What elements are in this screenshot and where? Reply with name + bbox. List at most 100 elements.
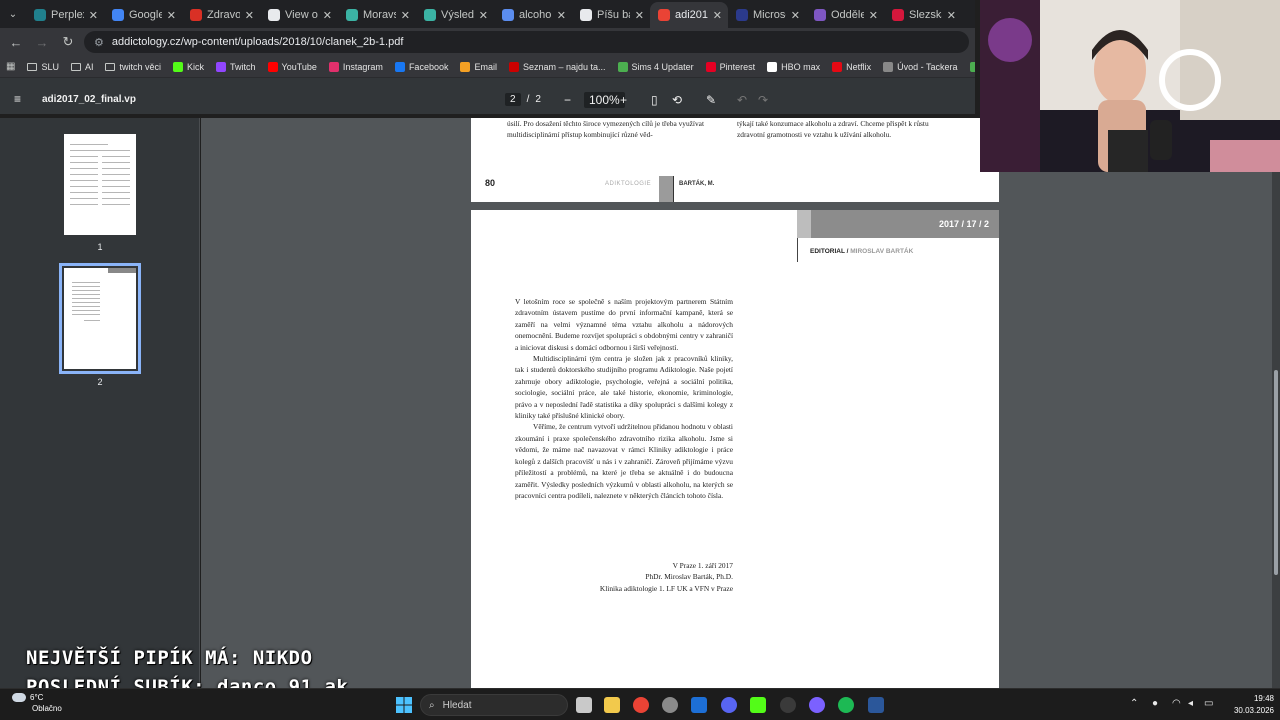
bookmark-item[interactable]: twitch věci — [105, 62, 161, 72]
browser-tab[interactable]: alcoholism ✕ — [494, 2, 572, 28]
vertical-scrollbar[interactable] — [1272, 118, 1280, 688]
bookmark-favicon-icon — [832, 61, 843, 72]
battery-icon[interactable]: ▭ — [1204, 698, 1213, 709]
taskbar-search[interactable]: ⌕ Hledat — [420, 694, 568, 716]
bookmark-item[interactable]: TP-Link TL-P... — [969, 61, 975, 72]
page-number-input[interactable]: 2 — [505, 93, 521, 106]
search-icon: ⌕ — [429, 699, 435, 711]
browser-tab[interactable]: View of A ✕ — [260, 2, 338, 28]
signature-place-date: V Praze 1. září 2017 — [672, 561, 733, 570]
thumbnail-label-1: 1 — [97, 242, 103, 252]
file-explorer-icon[interactable] — [604, 697, 620, 713]
tab-close-icon[interactable]: ✕ — [713, 9, 722, 22]
zoom-in-icon[interactable]: + — [620, 93, 627, 107]
bookmarks-bar: ▦ SLU AI twitch věci Kick Twitch YouTube Insta… — [0, 56, 975, 78]
signature-block: V Praze 1. září 2017 PhDr. Miroslav Bart… — [515, 560, 733, 594]
thumbnail-page-2[interactable] — [59, 263, 141, 374]
menu-icon[interactable]: ≡ — [14, 93, 26, 105]
bookmark-item[interactable]: Instagram — [328, 61, 383, 72]
address-bar[interactable]: ⚙ addictology.cz/wp-content/uploads/2018… — [84, 31, 969, 53]
bookmark-item[interactable]: HBO max — [767, 61, 820, 72]
webcam-overlay — [980, 0, 1280, 172]
bookmark-label: Instagram — [342, 61, 383, 72]
browser-tab[interactable]: Slezská u ✕ — [884, 2, 962, 28]
tab-favicon-icon — [112, 9, 124, 21]
bookmark-item[interactable]: Kick — [173, 61, 204, 72]
apps-icon[interactable]: ▦ — [6, 61, 15, 72]
fit-page-icon[interactable]: ▯ — [651, 93, 658, 107]
tab-close-icon[interactable]: ✕ — [557, 9, 566, 22]
app-icon[interactable] — [809, 697, 825, 713]
tray-overflow-icon[interactable]: ⌃ — [1130, 698, 1138, 709]
total-pages: 2 — [535, 94, 541, 105]
pdf-viewer[interactable]: úsilí. Pro dosažení těchto široce vymeze… — [201, 118, 1272, 688]
annotate-icon[interactable]: ✎ — [706, 93, 716, 107]
wifi-icon[interactable]: ◠ — [1172, 698, 1181, 709]
windows-start-icon[interactable] — [396, 697, 412, 713]
pdf-document-title: adi2017_02_final.vp — [42, 94, 136, 105]
browser-tab[interactable]: Oddělení ✕ — [806, 2, 884, 28]
bookmark-favicon-icon — [767, 61, 778, 72]
microphone-icon[interactable]: ● — [1152, 698, 1158, 709]
bookmark-item[interactable]: Facebook — [394, 61, 448, 72]
bookmark-item[interactable]: SLU — [27, 62, 59, 72]
bookmark-item[interactable]: Seznam – najdu ta... — [508, 61, 606, 72]
bookmark-item[interactable]: YouTube — [267, 61, 317, 72]
tab-close-icon[interactable]: ✕ — [167, 9, 176, 22]
tab-close-icon[interactable]: ✕ — [401, 9, 410, 22]
bookmark-item[interactable]: Úvod - Tackera — [883, 61, 958, 72]
bookmark-label: twitch věci — [119, 61, 161, 72]
bookmark-favicon-icon — [705, 61, 716, 72]
bookmark-item[interactable]: Pinterest — [705, 61, 755, 72]
system-clock[interactable]: 19:48 30.03.2026 — [1222, 693, 1274, 717]
browser-tab[interactable]: Perplexity ✕ — [26, 2, 104, 28]
tab-search-icon[interactable]: ⌄ — [0, 0, 26, 28]
pdf-toolbar: ≡ adi2017_02_final.vp 2 / 2 − 100% + ▯ ⟲… — [0, 86, 975, 114]
forward-icon[interactable]: → — [32, 32, 52, 52]
redo-icon[interactable]: ↷ — [758, 93, 768, 107]
scrollbar-thumb[interactable] — [1274, 370, 1278, 575]
tab-close-icon[interactable]: ✕ — [323, 9, 332, 22]
browser-tab[interactable]: Google Gemini ✕ — [104, 2, 182, 28]
obs-icon[interactable] — [780, 697, 796, 713]
tab-close-icon[interactable]: ✕ — [245, 9, 254, 22]
discord-icon[interactable] — [721, 697, 737, 713]
bookmark-item[interactable]: Netflix — [832, 61, 871, 72]
browser-tab[interactable]: Microsoft ✕ — [728, 2, 806, 28]
tab-close-icon[interactable]: ✕ — [635, 9, 644, 22]
kick-icon[interactable] — [750, 697, 766, 713]
tab-close-icon[interactable]: ✕ — [89, 9, 98, 22]
undo-icon[interactable]: ↶ — [737, 93, 747, 107]
browser-tab[interactable]: adi2017 ✕ — [650, 2, 728, 28]
browser-tab[interactable]: Zdravotní ✕ — [182, 2, 260, 28]
zoom-out-icon[interactable]: − — [564, 93, 571, 107]
chrome-icon[interactable] — [633, 697, 649, 713]
photos-icon[interactable] — [691, 697, 707, 713]
zoom-level-input[interactable]: 100% — [584, 92, 625, 108]
spotify-icon[interactable] — [838, 697, 854, 713]
tab-title: Google Gemini — [129, 9, 162, 21]
weather-widget[interactable]: 6°C Oblačno — [12, 692, 62, 714]
back-icon[interactable]: ← — [6, 32, 26, 52]
tab-close-icon[interactable]: ✕ — [947, 9, 956, 22]
thumbnail-page-1[interactable] — [64, 134, 136, 235]
browser-tab[interactable]: Píšu balad ✕ — [572, 2, 650, 28]
clock-date: 30.03.2026 — [1233, 706, 1274, 715]
settings-icon[interactable] — [662, 697, 678, 713]
site-info-icon[interactable]: ⚙ — [94, 36, 104, 49]
tab-close-icon[interactable]: ✕ — [791, 9, 800, 22]
bookmark-item[interactable]: Twitch — [216, 61, 256, 72]
word-icon[interactable] — [868, 697, 884, 713]
bookmark-item[interactable]: Email — [460, 61, 497, 72]
tab-close-icon[interactable]: ✕ — [869, 9, 878, 22]
volume-icon[interactable]: ◂ — [1188, 698, 1193, 709]
bookmark-label: Email — [474, 61, 497, 72]
browser-tab[interactable]: Moravské ✕ — [338, 2, 416, 28]
browser-tab[interactable]: Výsledky ✕ — [416, 2, 494, 28]
tab-close-icon[interactable]: ✕ — [479, 9, 488, 22]
reload-icon[interactable]: ↻ — [58, 32, 78, 52]
bookmark-item[interactable]: AI — [70, 62, 93, 72]
task-view-icon[interactable] — [576, 697, 592, 713]
bookmark-item[interactable]: Sims 4 Updater — [617, 61, 694, 72]
rotate-icon[interactable]: ⟲ — [672, 93, 682, 107]
